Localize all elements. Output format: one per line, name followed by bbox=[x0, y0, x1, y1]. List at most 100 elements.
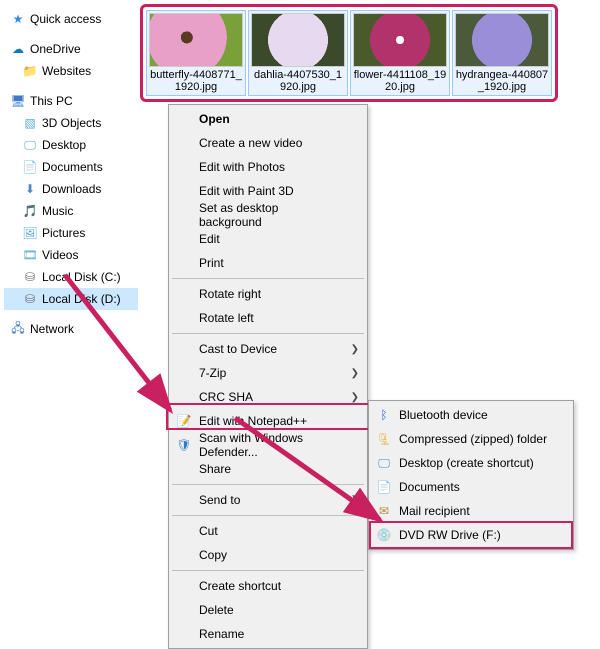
menu-edit-paint3d[interactable]: Edit with Paint 3D bbox=[171, 179, 365, 203]
thumbnail-label: butterfly-4408771_1920.jpg bbox=[149, 69, 243, 93]
label: Cast to Device bbox=[199, 342, 277, 356]
document-icon: 📄 bbox=[375, 478, 393, 496]
star-icon: ★ bbox=[10, 11, 26, 27]
label: Create shortcut bbox=[199, 579, 281, 593]
tree-music[interactable]: 🎵 Music bbox=[4, 200, 138, 222]
notepad-icon: 📝 bbox=[175, 412, 193, 430]
label: Delete bbox=[199, 603, 234, 617]
thumbnail[interactable]: butterfly-4408771_1920.jpg bbox=[146, 10, 246, 96]
disc-drive-icon: 💿 bbox=[375, 526, 393, 544]
label: Downloads bbox=[42, 182, 101, 196]
thumbnail-image bbox=[149, 13, 243, 67]
tree-websites[interactable]: 📁 Websites bbox=[4, 60, 138, 82]
label: Cut bbox=[199, 524, 218, 538]
tree-onedrive[interactable]: ☁ OneDrive bbox=[4, 38, 138, 60]
menu-set-bg[interactable]: Set as desktop background bbox=[171, 203, 365, 227]
label: Copy bbox=[199, 548, 227, 562]
tree-desktop[interactable]: 🖵 Desktop bbox=[4, 134, 138, 156]
label: OneDrive bbox=[30, 42, 81, 56]
nav-tree: ★ Quick access ☁ OneDrive 📁 Websites 🖥 T… bbox=[0, 0, 138, 340]
menu-rotate-left[interactable]: Rotate left bbox=[171, 306, 365, 330]
menu-send-to[interactable]: Send to❯ bbox=[171, 488, 365, 512]
label: Print bbox=[199, 256, 224, 270]
thumbnail[interactable]: flower-4411108_1920.jpg bbox=[350, 10, 450, 96]
label: Quick access bbox=[30, 12, 101, 26]
submenu-documents[interactable]: 📄Documents bbox=[371, 475, 571, 499]
menu-cut[interactable]: Cut bbox=[171, 519, 365, 543]
desktop-icon: 🖵 bbox=[22, 137, 38, 153]
menu-separator bbox=[172, 278, 364, 279]
tree-network[interactable]: 🖧 Network bbox=[4, 318, 138, 340]
submenu-desktop-shortcut[interactable]: 🖵Desktop (create shortcut) bbox=[371, 451, 571, 475]
document-icon: 📄 bbox=[22, 159, 38, 175]
menu-notepadpp[interactable]: 📝Edit with Notepad++ bbox=[171, 409, 365, 433]
tree-videos[interactable]: 🎞 Videos bbox=[4, 244, 138, 266]
label: Videos bbox=[42, 248, 78, 262]
tree-local-disk-d[interactable]: ⛁Local Disk (D:) bbox=[4, 288, 138, 310]
menu-7zip[interactable]: 7-Zip❯ bbox=[171, 361, 365, 385]
video-icon: 🎞 bbox=[22, 247, 38, 263]
label: Share bbox=[199, 462, 231, 476]
menu-defender[interactable]: 🛡Scan with Windows Defender... bbox=[171, 433, 365, 457]
menu-separator bbox=[172, 515, 364, 516]
label: Rotate left bbox=[199, 311, 254, 325]
label: Desktop bbox=[42, 138, 86, 152]
tree-3d-objects[interactable]: ▧3D Objects bbox=[4, 112, 138, 134]
submenu-bluetooth[interactable]: ᛒ Bluetooth device bbox=[371, 403, 571, 427]
menu-edit-photos[interactable]: Edit with Photos bbox=[171, 155, 365, 179]
thumbnail[interactable]: hydrangea-440807_1920.jpg bbox=[452, 10, 552, 96]
tree-local-disk-c[interactable]: ⛁ Local Disk (C:) bbox=[4, 266, 138, 288]
submenu-dvd-rw[interactable]: 💿 DVD RW Drive (F:) bbox=[371, 523, 571, 547]
menu-create-video[interactable]: Create a new video bbox=[171, 131, 365, 155]
chevron-right-icon: ❯ bbox=[351, 344, 359, 355]
label: Edit bbox=[199, 232, 220, 246]
menu-delete[interactable]: Delete bbox=[171, 598, 365, 622]
label: Mail recipient bbox=[399, 504, 470, 518]
label: Music bbox=[42, 204, 73, 218]
bluetooth-icon: ᛒ bbox=[375, 406, 393, 424]
menu-separator bbox=[172, 570, 364, 571]
chevron-right-icon: ❯ bbox=[351, 368, 359, 379]
label: Rename bbox=[199, 627, 244, 641]
menu-rename[interactable]: Rename bbox=[171, 622, 365, 646]
context-menu: Open Create a new video Edit with Photos… bbox=[168, 104, 368, 649]
label: Local Disk (C:) bbox=[42, 270, 121, 284]
chevron-right-icon: ❯ bbox=[351, 392, 359, 403]
tree-documents[interactable]: 📄 Documents bbox=[4, 156, 138, 178]
picture-icon: 🖼 bbox=[22, 225, 38, 241]
drive-icon: ⛁ bbox=[22, 269, 38, 285]
music-icon: 🎵 bbox=[22, 203, 38, 219]
label: DVD RW Drive (F:) bbox=[399, 528, 501, 542]
menu-edit[interactable]: Edit bbox=[171, 227, 365, 251]
thumbnail-label: hydrangea-440807_1920.jpg bbox=[455, 69, 549, 93]
label: Compressed (zipped) folder bbox=[399, 432, 547, 446]
label: Bluetooth device bbox=[399, 408, 488, 422]
menu-copy[interactable]: Copy bbox=[171, 543, 365, 567]
label: 3D Objects bbox=[42, 116, 101, 130]
submenu-mail[interactable]: ✉Mail recipient bbox=[371, 499, 571, 523]
menu-open[interactable]: Open bbox=[171, 107, 365, 131]
tree-this-pc[interactable]: 🖥 This PC bbox=[4, 90, 138, 112]
label: Desktop (create shortcut) bbox=[399, 456, 534, 470]
thumbnail-image bbox=[251, 13, 345, 67]
label: Documents bbox=[42, 160, 103, 174]
label: CRC SHA bbox=[199, 390, 253, 404]
menu-rotate-right[interactable]: Rotate right bbox=[171, 282, 365, 306]
folder-icon: 📁 bbox=[22, 63, 38, 79]
submenu-zip[interactable]: 🗜Compressed (zipped) folder bbox=[371, 427, 571, 451]
chevron-right-icon: ❯ bbox=[351, 495, 359, 506]
tree-quick-access[interactable]: ★ Quick access bbox=[4, 8, 138, 30]
menu-print[interactable]: Print bbox=[171, 251, 365, 275]
tree-pictures[interactable]: 🖼Pictures bbox=[4, 222, 138, 244]
menu-crc-sha[interactable]: CRC SHA ❯ bbox=[171, 385, 365, 409]
menu-cast[interactable]: Cast to Device ❯ bbox=[171, 337, 365, 361]
drive-icon: ⛁ bbox=[22, 291, 38, 307]
menu-share[interactable]: Share bbox=[171, 457, 365, 481]
tree-downloads[interactable]: ⬇Downloads bbox=[4, 178, 138, 200]
menu-separator bbox=[172, 333, 364, 334]
network-icon: 🖧 bbox=[10, 321, 26, 337]
thumbnail[interactable]: dahlia-4407530_1920.jpg bbox=[248, 10, 348, 96]
send-to-submenu: ᛒ Bluetooth device 🗜Compressed (zipped) f… bbox=[368, 400, 574, 550]
menu-create-shortcut[interactable]: Create shortcut bbox=[171, 574, 365, 598]
pc-icon: 🖥 bbox=[10, 93, 26, 109]
